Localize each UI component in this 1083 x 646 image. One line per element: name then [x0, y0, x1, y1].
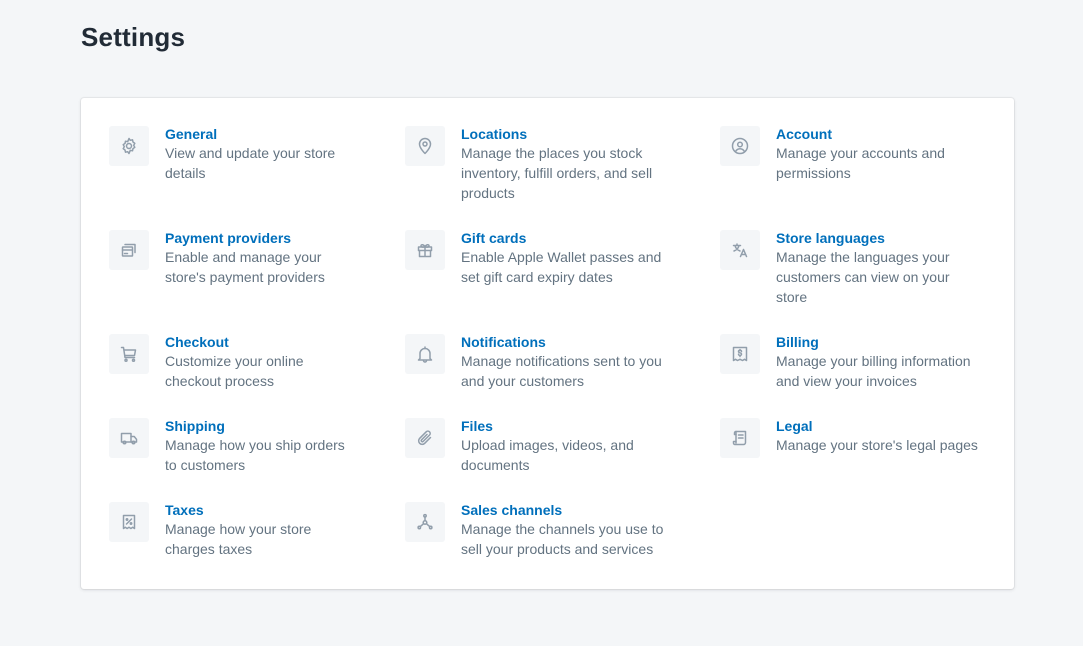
settings-item-billing[interactable]: Billing Manage your billing information …	[720, 334, 1000, 391]
settings-item-description: Manage the languages your customers can …	[776, 249, 950, 305]
settings-item-description: Manage the places you stock inventory, f…	[461, 145, 653, 201]
settings-item-description: Manage notifications sent to you and you…	[461, 353, 662, 389]
settings-item-description: Enable and manage your store's payment p…	[165, 249, 325, 285]
settings-item-title: Account	[776, 126, 832, 142]
settings-item-title: Checkout	[165, 334, 229, 350]
page-title: Settings	[81, 22, 186, 52]
settings-item-title: Store languages	[776, 230, 885, 246]
settings-item-checkout[interactable]: Checkout Customize your online checkout …	[109, 334, 369, 391]
settings-item-title: Gift cards	[461, 230, 527, 246]
settings-item-payment-providers[interactable]: Payment providers Enable and manage your…	[109, 230, 369, 287]
settings-item-title: Legal	[776, 418, 813, 434]
location-pin-icon	[405, 126, 445, 166]
gift-icon	[405, 230, 445, 270]
settings-item-title: Locations	[461, 126, 528, 142]
settings-item-gift-cards[interactable]: Gift cards Enable Apple Wallet passes an…	[405, 230, 695, 287]
settings-item-description: Customize your online checkout process	[165, 353, 304, 389]
document-icon	[720, 418, 760, 458]
truck-icon	[109, 418, 149, 458]
paperclip-icon	[405, 418, 445, 458]
settings-item-description: Manage how your store charges taxes	[165, 521, 312, 557]
settings-item-description: Manage your store's legal pages	[776, 437, 978, 453]
settings-item-description: Manage the channels you use to sell your…	[461, 521, 664, 557]
channels-icon	[405, 502, 445, 542]
settings-item-title: Notifications	[461, 334, 546, 350]
settings-item-locations[interactable]: Locations Manage the places you stock in…	[405, 126, 695, 203]
settings-item-title: Sales channels	[461, 502, 563, 518]
settings-item-description: Manage your billing information and view…	[776, 353, 971, 389]
settings-item-title: Taxes	[165, 502, 204, 518]
settings-item-description: Manage your accounts and permissions	[776, 145, 945, 181]
settings-item-title: Payment providers	[165, 230, 292, 246]
user-circle-icon	[720, 126, 760, 166]
settings-item-general[interactable]: General View and update your store detai…	[109, 126, 369, 183]
settings-item-title: Files	[461, 418, 493, 434]
receipt-dollar-icon	[720, 334, 760, 374]
settings-item-taxes[interactable]: Taxes Manage how your store charges taxe…	[109, 502, 369, 559]
settings-item-shipping[interactable]: Shipping Manage how you ship orders to c…	[109, 418, 369, 475]
settings-item-title: Shipping	[165, 418, 225, 434]
settings-item-title: Billing	[776, 334, 819, 350]
settings-item-description: Manage how you ship orders to customers	[165, 437, 345, 473]
bell-icon	[405, 334, 445, 374]
settings-item-notifications[interactable]: Notifications Manage notifications sent …	[405, 334, 695, 391]
settings-item-description: Enable Apple Wallet passes and set gift …	[461, 249, 662, 285]
translate-icon	[720, 230, 760, 270]
settings-item-sales-channels[interactable]: Sales channels Manage the channels you u…	[405, 502, 695, 559]
cart-icon	[109, 334, 149, 374]
settings-item-store-languages[interactable]: Store languages Manage the languages you…	[720, 230, 1000, 307]
settings-item-legal[interactable]: Legal Manage your store's legal pages	[720, 418, 1000, 458]
gear-icon	[109, 126, 149, 166]
settings-item-description: View and update your store details	[165, 145, 336, 181]
payment-icon	[109, 230, 149, 270]
settings-item-description: Upload images, videos, and documents	[461, 437, 634, 473]
settings-item-account[interactable]: Account Manage your accounts and permiss…	[720, 126, 1000, 183]
settings-item-title: General	[165, 126, 218, 142]
tax-receipt-icon	[109, 502, 149, 542]
settings-card: General View and update your store detai…	[81, 98, 1014, 589]
settings-item-files[interactable]: Files Upload images, videos, and documen…	[405, 418, 695, 475]
